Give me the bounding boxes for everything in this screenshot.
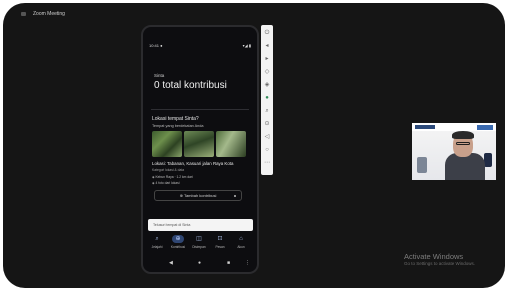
place-photo-3[interactable] <box>216 131 246 157</box>
zoom-icon[interactable]: ⌕ <box>263 107 271 115</box>
home-icon[interactable]: ○ <box>263 146 271 154</box>
glasses-icon <box>456 142 470 145</box>
account-icon: ⌂ <box>239 236 243 242</box>
presenter-hair <box>452 131 474 139</box>
place-photo-1[interactable] <box>152 131 182 157</box>
nav-label: Disimpan <box>192 245 206 249</box>
more-options-icon[interactable]: ⋯ <box>263 159 271 167</box>
nav-item-explore[interactable]: ⌕ Jelajahi <box>147 235 167 249</box>
background-object <box>417 157 427 173</box>
explore-icon: ⌕ <box>155 236 159 242</box>
place-card-title[interactable]: Lokasi: Tabanan, Kasuari jalan Raya Kota <box>152 161 233 166</box>
banner-logo-icon <box>477 125 493 130</box>
activate-windows-subtitle: Go to Settings to activate Windows. <box>404 261 476 266</box>
phone-status-bar: 10:41 ● ▾◢ ▮ <box>149 43 251 51</box>
volume-up-icon[interactable]: ▸ <box>263 55 271 63</box>
status-signal-icon: ▾◢ ▮ <box>242 43 251 48</box>
back-icon[interactable]: ◀ <box>169 260 173 266</box>
total-contributions-title: 0 total kontribusi <box>154 80 227 91</box>
message-icon: ⊡ <box>217 236 223 242</box>
section-divider <box>151 109 249 110</box>
window-title: Zoom Meeting <box>33 11 65 17</box>
place-photo-2[interactable] <box>184 131 214 157</box>
section-subtitle: Tempat yang berdekatan Anda <box>152 124 204 128</box>
search-input[interactable]: Telusuri tempat di Sinta <box>148 219 253 231</box>
bottom-navigation: ⌕ Jelajahi ⊕ Kontribusi ◫ Disimpan ⊡ Pes… <box>147 235 253 255</box>
nav-label: Kontribusi <box>170 245 186 249</box>
nav-label: Akun <box>237 245 245 249</box>
record-icon[interactable]: ● <box>263 94 271 102</box>
recents-icon[interactable]: ■ <box>227 260 230 266</box>
power-icon[interactable]: ⏻ <box>263 29 271 37</box>
nav-item-saved[interactable]: ◫ Disimpan <box>189 235 209 249</box>
nav-label: Jelajahi <box>151 245 163 249</box>
desktop-screen: Zoom Meeting 10:41 ● ▾◢ ▮ Sinta 0 total … <box>3 3 505 288</box>
add-contribution-label: ⊕ Tambah kontribusi <box>179 193 217 198</box>
section-title: Lokasi tempat Sinta? <box>152 116 199 122</box>
status-time: 10:41 ● <box>149 43 163 48</box>
volume-down-icon[interactable]: ◂ <box>263 42 271 50</box>
home-icon[interactable]: ● <box>198 260 201 266</box>
webcam-video-feed <box>412 123 496 180</box>
rotate-right-icon[interactable]: ◈ <box>263 81 271 89</box>
place-detail-row: ◈ Kebun Raya · 1.2 km dari <box>152 175 193 179</box>
place-detail-row: ◈ 4 foto dari lokasi <box>152 181 180 185</box>
camera-icon[interactable]: ⊙ <box>263 120 271 128</box>
emulator-toolbar: ⏻ ◂ ▸ ◇ ◈ ● ⌕ ⊙ ◁ ○ ⋯ <box>261 25 273 175</box>
add-contribution-button[interactable]: ⊕ Tambah kontribusi <box>154 190 242 201</box>
nav-item-account[interactable]: ⌂ Akun <box>231 235 251 249</box>
app-subtitle: Sinta <box>154 73 165 78</box>
activate-windows-title: Activate Windows <box>404 252 464 261</box>
nav-label: Pesan <box>215 245 225 249</box>
back-icon[interactable]: ◁ <box>263 133 271 141</box>
bookmark-icon: ◫ <box>196 236 202 242</box>
nav-item-messages[interactable]: ⊡ Pesan <box>210 235 230 249</box>
presenter-body <box>445 153 485 180</box>
rotate-left-icon[interactable]: ◇ <box>263 68 271 76</box>
cursor-dot <box>234 195 236 197</box>
place-card-subtitle: Kategori lokasi & data <box>152 168 185 172</box>
background-object <box>484 153 492 167</box>
window-icon <box>21 12 26 16</box>
more-icon[interactable]: ⋮ <box>245 260 250 266</box>
android-emulator-phone: 10:41 ● ▾◢ ▮ Sinta 0 total kontribusi Lo… <box>141 25 259 274</box>
nav-item-contribute[interactable]: ⊕ Kontribusi <box>168 235 188 249</box>
contribute-icon: ⊕ <box>172 235 184 243</box>
system-navigation-bar: ◀ ● ■ ⋮ <box>143 260 257 268</box>
logo-icon <box>415 125 435 129</box>
